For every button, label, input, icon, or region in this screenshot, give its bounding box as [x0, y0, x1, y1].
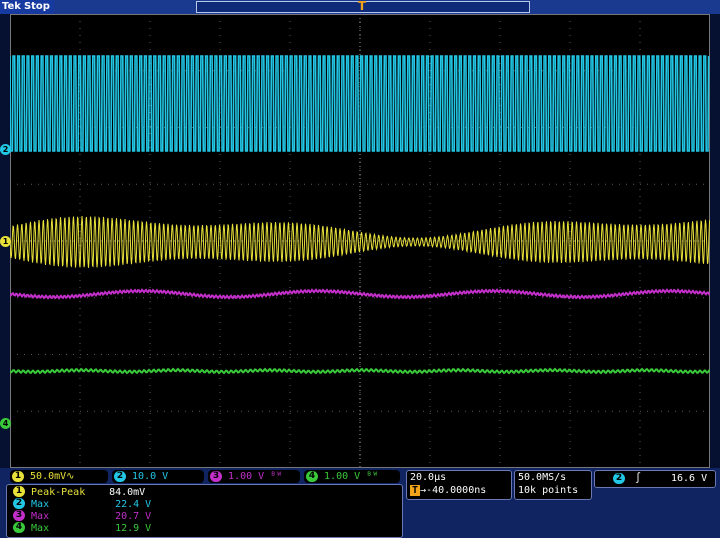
ch3-badge: 3 — [210, 470, 222, 482]
ac-coupling-icon: ∿ — [66, 471, 75, 482]
bandwidth-limit-icon: ᴮᵂ — [366, 471, 379, 482]
acquisition-state: Stop — [23, 1, 50, 12]
meas4-label: Max — [31, 522, 50, 534]
sample-rate: 50.0MS/s — [518, 472, 567, 483]
ch4-scale: 1.00 V — [324, 471, 361, 482]
ch1-scale: 50.0mV — [30, 471, 67, 482]
meas1-label: Peak-Peak — [31, 486, 86, 498]
bandwidth-limit-icon: ᴮᵂ — [270, 471, 283, 482]
trigger-readout[interactable]: 2 ∫ 16.6 V — [594, 470, 716, 488]
trigger-source-badge: 2 — [613, 472, 625, 484]
ch2-badge: 2 — [114, 470, 126, 482]
meas4-value: 12.9 V — [115, 522, 152, 534]
ch2-scale: 10.0 V — [132, 471, 169, 482]
ch1-badge: 1 — [12, 470, 24, 482]
meas1-value: 84.0mV — [109, 486, 146, 498]
top-status-bar: Tek Stop T — [0, 0, 720, 14]
ch3-scale: 1.00 V — [228, 471, 265, 482]
meas3-value: 20.7 V — [115, 510, 152, 522]
meas4-badge: 4 — [13, 522, 25, 533]
brand-logo: Tek — [2, 1, 21, 12]
ch4-ground-marker[interactable]: 4 — [0, 418, 11, 429]
brand-status: Tek Stop — [0, 0, 54, 14]
ch1-ground-marker[interactable]: 1 — [0, 236, 11, 247]
ch2-scale-readout[interactable]: 2 10.0 V — [112, 470, 204, 483]
measurement-panel[interactable]: 1 Peak-Peak 84.0mV 2 Max 22.4 V 3 Max 20… — [6, 484, 403, 538]
ch4-badge: 4 — [306, 470, 318, 482]
trigger-slope-icon: ∫ — [635, 473, 642, 484]
meas2-label: Max — [31, 498, 50, 510]
ch3-scale-readout[interactable]: 3 1.00 V ᴮᵂ — [208, 470, 300, 483]
meas3-badge: 3 — [13, 510, 25, 521]
meas2-badge: 2 — [13, 498, 25, 509]
graticule — [10, 14, 710, 468]
waveform-display[interactable]: 2 1 4 — [0, 14, 720, 468]
ch1-scale-readout[interactable]: 1 50.0mV∿ — [10, 470, 108, 483]
meas1-badge: 1 — [13, 486, 25, 497]
record-length: 10k points — [518, 485, 579, 496]
trigger-icon: T — [410, 485, 421, 496]
horizontal-position: →-40.0000ns — [420, 485, 487, 496]
timebase-readout[interactable]: 20.0µs T →-40.0000ns — [406, 470, 512, 500]
trigger-position-marker[interactable]: T — [355, 0, 369, 14]
meas3-label: Max — [31, 510, 50, 522]
ch2-ground-marker[interactable]: 2 — [0, 144, 11, 155]
acquisition-readout[interactable]: 50.0MS/s 10k points — [514, 470, 592, 500]
ch4-scale-readout[interactable]: 4 1.00 V ᴮᵂ — [304, 470, 400, 483]
horizontal-scale: 20.0µs — [410, 472, 447, 483]
trigger-level: 16.6 V — [671, 473, 708, 484]
meas2-value: 22.4 V — [115, 498, 152, 510]
